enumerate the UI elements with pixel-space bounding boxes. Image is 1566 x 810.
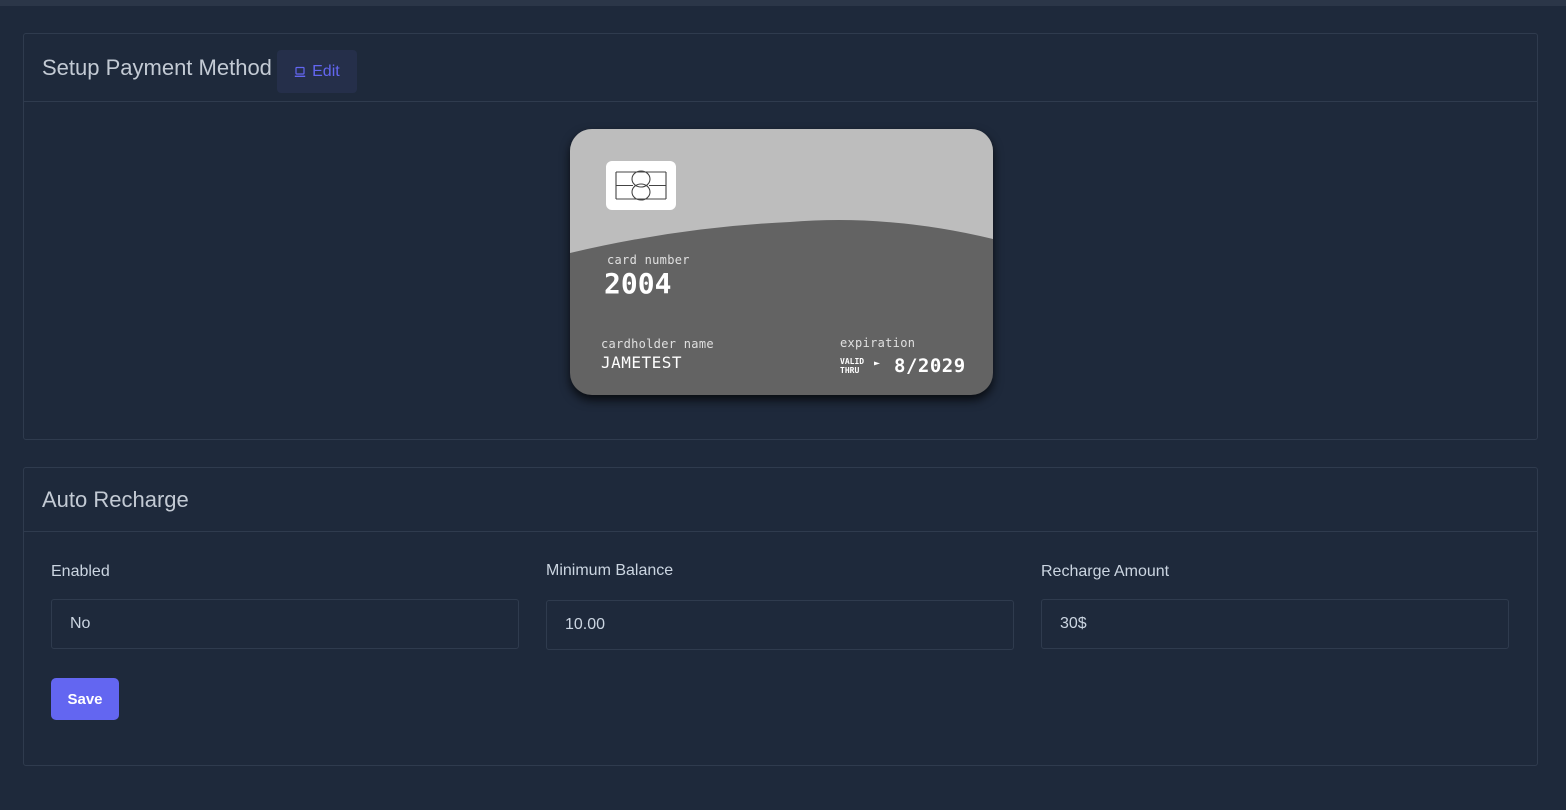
recharge-amount-label: Recharge Amount: [1041, 563, 1170, 580]
recharge-panel-header: Auto Recharge: [24, 468, 1537, 532]
payment-method-panel: Setup Payment Method Edit card number 20…: [23, 33, 1538, 440]
edit-button-label: Edit: [312, 62, 340, 80]
card-number: 2004: [604, 267, 672, 300]
laptop-icon: [294, 66, 306, 77]
minimum-balance-label: Minimum Balance: [546, 562, 674, 579]
cardholder-name-label: cardholder name: [601, 337, 714, 351]
valid-thru-label: VALID THRU: [840, 357, 865, 375]
card-number-label: card number: [607, 253, 690, 267]
cardholder-name: JAMETEST: [601, 353, 683, 372]
minimum-balance-input[interactable]: 10.00: [546, 600, 1014, 650]
expiration-date: 8/2029: [894, 355, 966, 377]
recharge-amount-input[interactable]: 30$: [1041, 599, 1509, 649]
card-area: card number 2004 cardholder name JAMETES…: [24, 102, 1537, 440]
payment-panel-title: Setup Payment Method: [42, 54, 272, 80]
triangle-right-icon: ►: [874, 358, 881, 369]
recharge-panel-title: Auto Recharge: [42, 486, 189, 512]
expiration-label: expiration: [840, 336, 916, 350]
chip-icon: [606, 161, 676, 210]
top-bar: [0, 0, 1566, 6]
save-button[interactable]: Save: [51, 678, 119, 720]
enabled-select[interactable]: No: [51, 599, 519, 649]
payment-panel-header: Setup Payment Method Edit: [24, 34, 1537, 102]
edit-button[interactable]: Edit: [276, 50, 357, 93]
enabled-label: Enabled: [51, 563, 110, 580]
credit-card: card number 2004 cardholder name JAMETES…: [570, 129, 993, 395]
auto-recharge-panel: Auto Recharge Enabled No Minimum Balance…: [23, 467, 1538, 766]
